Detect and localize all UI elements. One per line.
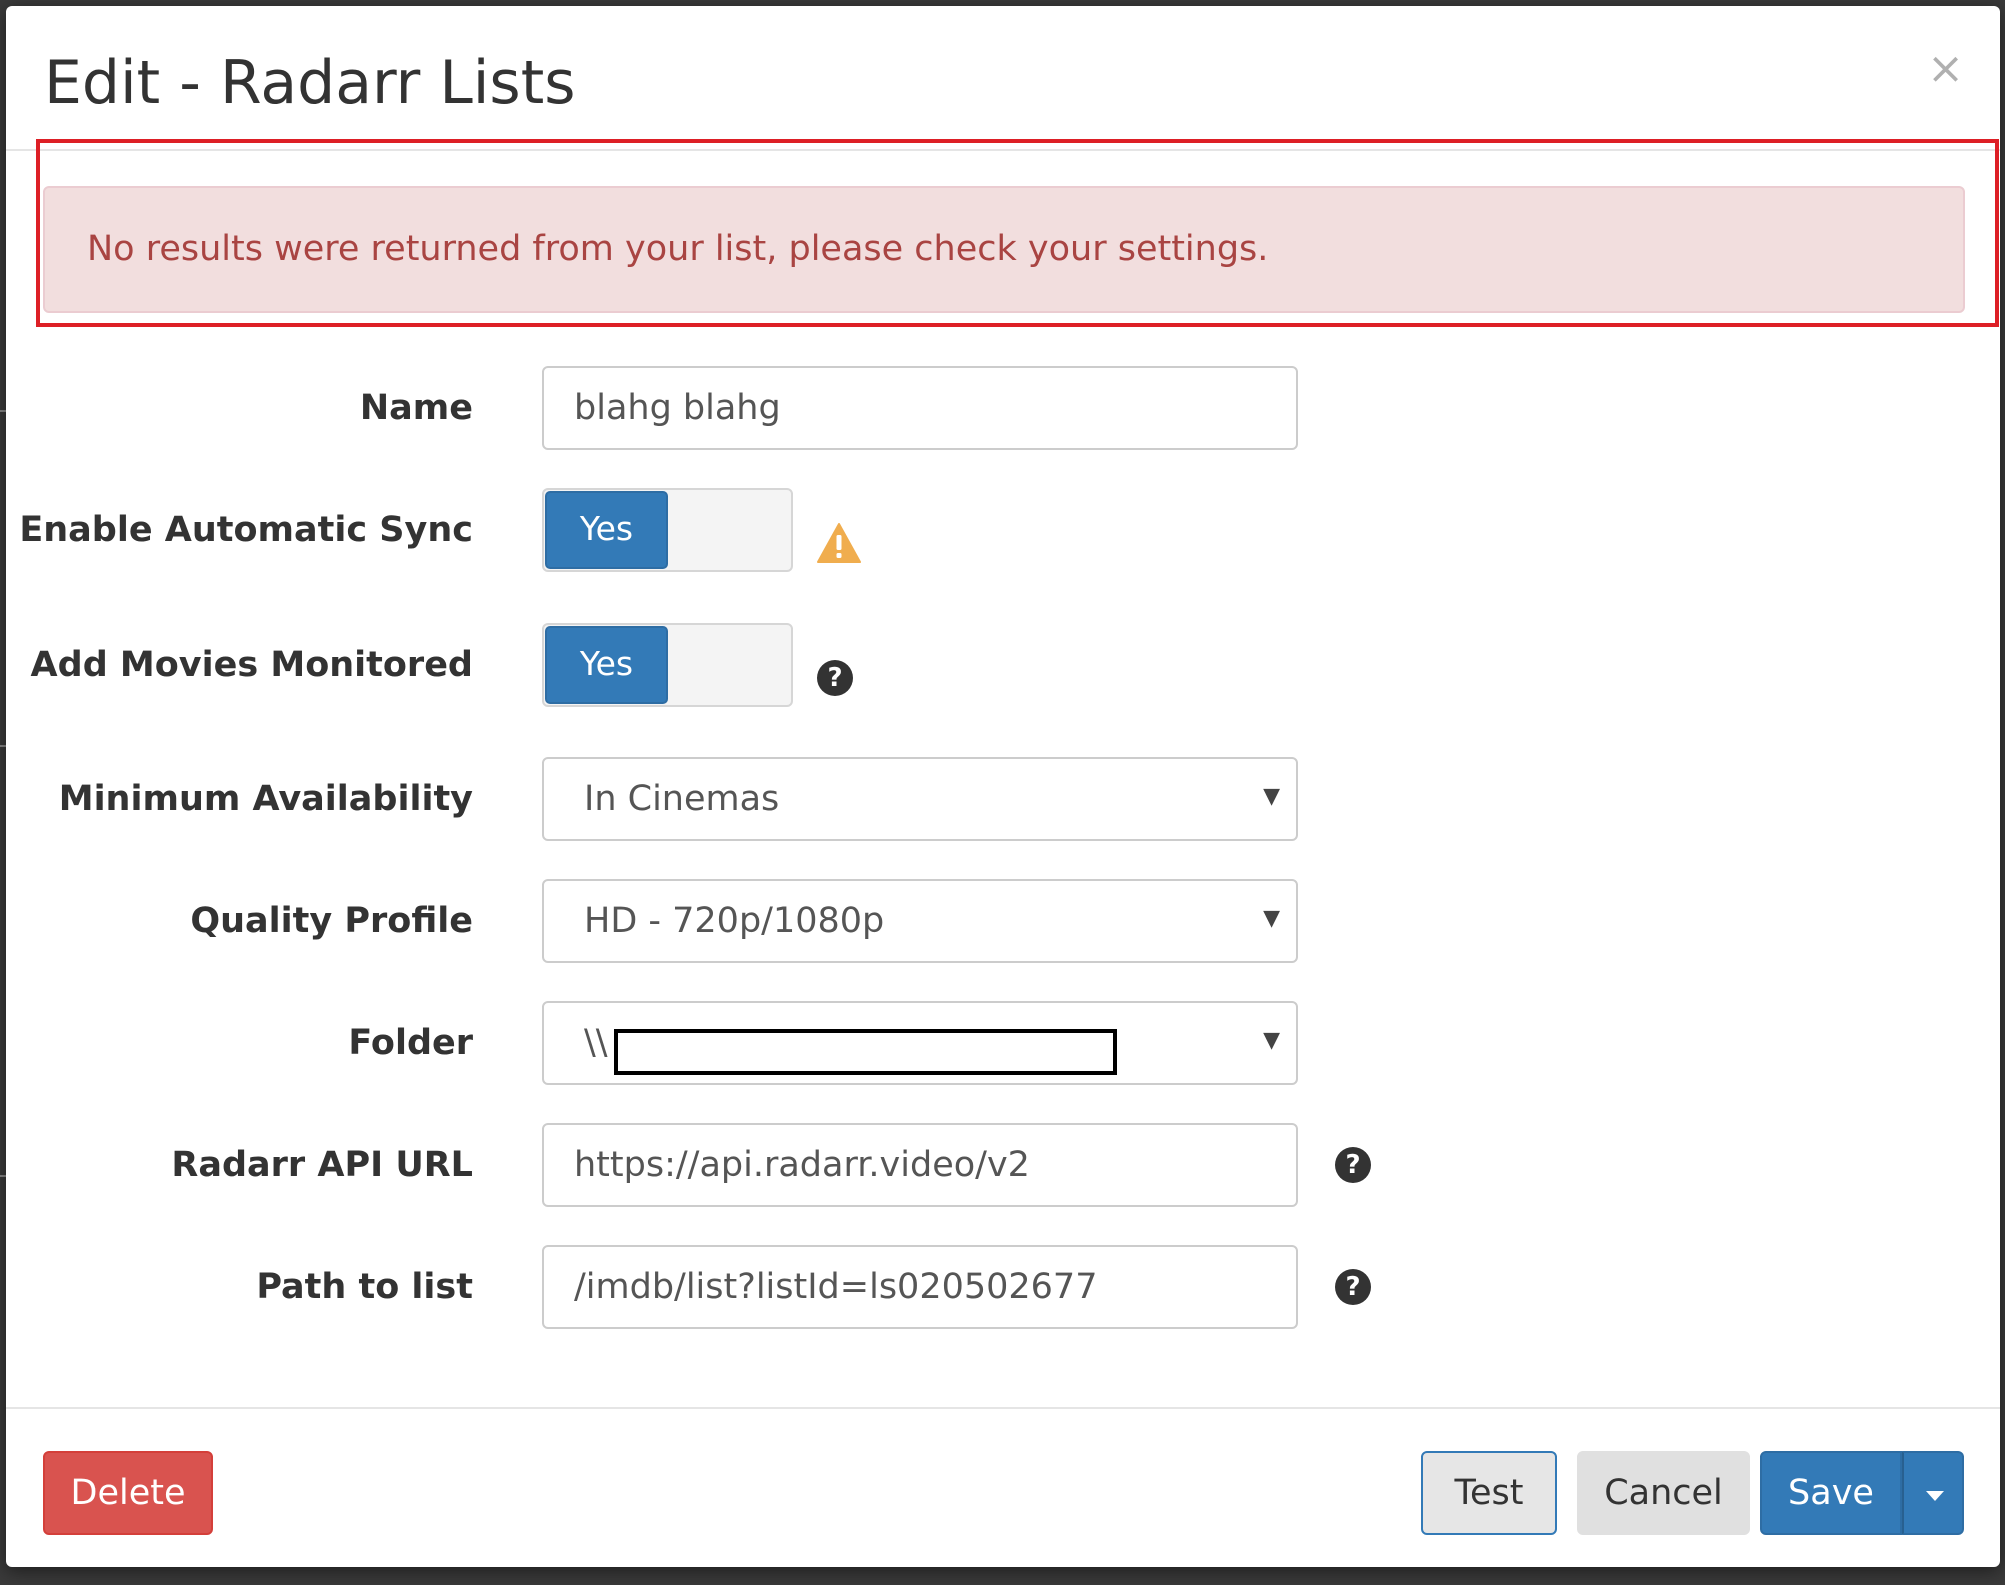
minimum-availability-value: In Cinemas [584,779,780,819]
help-icon[interactable]: ? [817,660,853,696]
form-row-quality-profile: Quality Profile HD - 720p/1080p ▼ [6,879,2000,963]
quality-profile-label: Quality Profile [190,901,473,941]
cancel-button[interactable]: Cancel [1577,1451,1750,1535]
folder-label: Folder [348,1023,473,1063]
quality-profile-value: HD - 720p/1080p [584,901,885,941]
minimum-availability-select[interactable]: In Cinemas ▼ [542,757,1298,841]
chevron-down-icon: ▼ [1263,784,1280,809]
modal-footer: Delete Test Cancel Save [6,1407,2000,1567]
folder-select[interactable]: \\ ▼ [542,1001,1298,1085]
warning-icon [817,523,861,563]
radarr-api-url-label: Radarr API URL [171,1145,473,1185]
minimum-availability-label: Minimum Availability [58,779,473,819]
form-row-folder: Folder \\ ▼ [6,1001,2000,1085]
caret-down-icon [1926,1491,1944,1501]
quality-profile-select[interactable]: HD - 720p/1080p ▼ [542,879,1298,963]
path-to-list-label: Path to list [256,1267,473,1307]
name-label: Name [359,388,473,428]
close-icon[interactable]: × [1927,44,1964,94]
form-row-path-to-list: Path to list /imdb/list?listId=ls0205026… [6,1245,2000,1329]
radarr-api-url-input[interactable]: https://api.radarr.video/v2 [542,1123,1298,1207]
form-row-radarr-api-url: Radarr API URL https://api.radarr.video/… [6,1123,2000,1207]
add-movies-monitored-toggle[interactable]: Yes [542,623,793,707]
delete-button[interactable]: Delete [43,1451,213,1535]
enable-automatic-sync-label: Enable Automatic Sync [19,510,473,550]
path-to-list-input[interactable]: /imdb/list?listId=ls020502677 [542,1245,1298,1329]
save-button[interactable]: Save [1760,1451,1902,1535]
help-icon[interactable]: ? [1335,1147,1371,1183]
folder-value-prefix: \\ [584,1023,608,1063]
form-row-enable-automatic-sync: Enable Automatic Sync Yes [6,488,2000,572]
edit-list-modal: Edit - Radarr Lists × No results were re… [6,6,2000,1567]
form-row-name: Name blahg blahg [6,366,2000,450]
chevron-down-icon: ▼ [1263,906,1280,931]
modal-title: Edit - Radarr Lists [44,48,576,118]
error-highlight-frame [36,139,1999,327]
save-options-button[interactable] [1902,1451,1964,1535]
modal-header: Edit - Radarr Lists × [6,6,2000,151]
test-button[interactable]: Test [1421,1451,1557,1535]
add-movies-monitored-yes[interactable]: Yes [545,626,668,704]
enable-automatic-sync-toggle[interactable]: Yes [542,488,793,572]
name-input[interactable]: blahg blahg [542,366,1298,450]
form-row-add-movies-monitored: Add Movies Monitored Yes ? [6,623,2000,707]
form-row-minimum-availability: Minimum Availability In Cinemas ▼ [6,757,2000,841]
chevron-down-icon: ▼ [1263,1028,1280,1053]
enable-automatic-sync-yes[interactable]: Yes [545,491,668,569]
help-icon[interactable]: ? [1335,1269,1371,1305]
add-movies-monitored-label: Add Movies Monitored [30,645,473,685]
redacted-folder-path [614,1029,1117,1075]
